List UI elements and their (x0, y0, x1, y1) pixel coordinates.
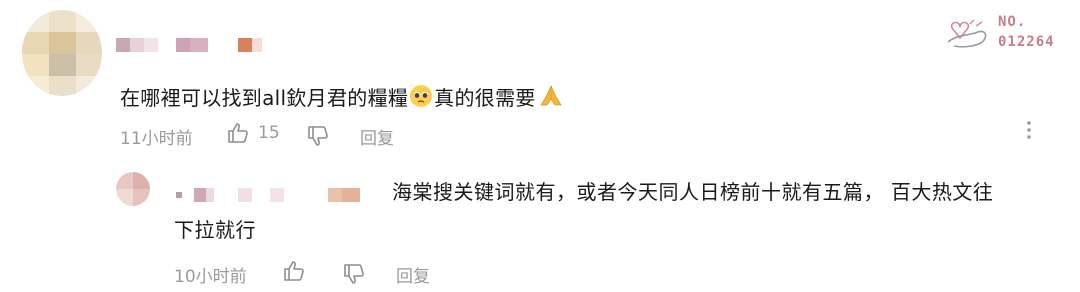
reply-time: 10小时前 (174, 267, 247, 287)
post-number-badge: NO. 012264 (944, 12, 1064, 56)
reply-text-line1: 海棠搜关键词就有，或者今天同人日榜前十就有五篇， 百大热文往 (392, 180, 994, 204)
heart-doodle-icon (947, 19, 987, 48)
badge-prefix: NO. (998, 14, 1027, 30)
like-button[interactable]: 15 (226, 121, 280, 145)
pleading-face-emoji (409, 84, 433, 108)
folded-hands-emoji (538, 83, 564, 109)
reply-reply-button[interactable]: 回复 (396, 262, 430, 287)
like-count: 15 (258, 123, 280, 143)
comment-body: 在哪裡可以找到all欽月君的糧糧 (120, 85, 409, 110)
badge-number: 012264 (998, 34, 1055, 50)
dislike-button[interactable] (306, 124, 330, 148)
reply-like-button[interactable] (282, 259, 306, 283)
reply-text-line2: 下拉就行 (174, 218, 256, 242)
comment-body-tail: 真的很需要 (434, 85, 536, 110)
more-options-icon[interactable] (1024, 120, 1034, 140)
avatar[interactable] (22, 10, 102, 96)
username[interactable] (116, 38, 266, 52)
reply-button[interactable]: 回复 (360, 124, 394, 149)
thumbs-up-icon (226, 121, 250, 145)
comment-time: 11小时前 (120, 129, 193, 149)
thumbs-up-icon (282, 259, 306, 283)
thumbs-down-icon (306, 124, 330, 148)
reply-dislike-button[interactable] (342, 262, 366, 286)
thumbs-down-icon (342, 262, 366, 286)
comment-text: 在哪裡可以找到all欽月君的糧糧 真的很需要 (120, 82, 564, 110)
reply-avatar[interactable] (116, 172, 150, 206)
reply-username[interactable] (176, 186, 366, 202)
